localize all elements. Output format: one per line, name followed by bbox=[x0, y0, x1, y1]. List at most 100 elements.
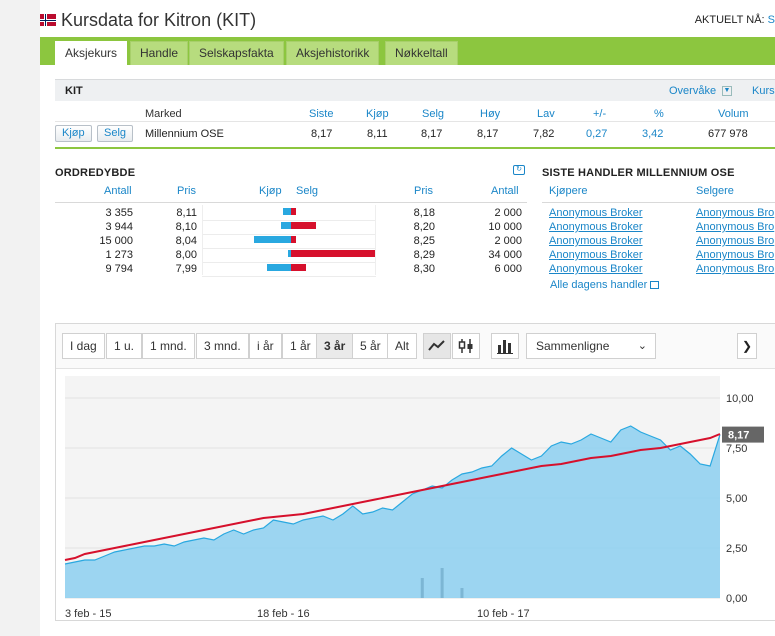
col-pct[interactable]: % bbox=[654, 108, 664, 120]
ob-bid-qty: 3 355 bbox=[105, 207, 133, 219]
y-tick-label: 2,50 bbox=[726, 543, 747, 555]
col-high[interactable]: Høy bbox=[480, 108, 500, 120]
ob-ask-qty: 6 000 bbox=[494, 263, 522, 275]
tab-selskapsfakta[interactable]: Selskapsfakta bbox=[189, 41, 284, 65]
all-trades-link[interactable]: Alle dagens handler bbox=[550, 279, 660, 291]
ob-header-sell: Selg bbox=[296, 185, 319, 197]
range-3m[interactable]: 3 mnd. bbox=[196, 333, 249, 359]
range-ytd[interactable]: i år bbox=[249, 333, 282, 359]
page-left-gutter bbox=[0, 0, 40, 636]
trade-buyer-link[interactable]: Anonymous Broker bbox=[549, 263, 643, 275]
ob-row-divider bbox=[202, 276, 376, 277]
compare-dropdown[interactable]: Sammenligne ⌄ bbox=[526, 333, 656, 359]
col-market: Marked bbox=[145, 108, 182, 120]
ob-bid-price: 8,11 bbox=[176, 207, 197, 219]
tab-aksjehistorikk[interactable]: Aksjehistorikk bbox=[286, 41, 380, 65]
bid-depth-bar bbox=[281, 222, 291, 229]
col-low[interactable]: Lav bbox=[537, 108, 555, 120]
trade-buyer-link[interactable]: Anonymous Broker bbox=[549, 235, 643, 247]
range-1m[interactable]: 1 mnd. bbox=[142, 333, 195, 359]
current-label: AKTUELT NÅ: bbox=[694, 14, 765, 26]
col-last[interactable]: Siste bbox=[309, 108, 333, 120]
quote-volume: 677 978 bbox=[708, 128, 748, 140]
bid-depth-bar bbox=[266, 264, 291, 271]
quote-divider bbox=[55, 121, 775, 122]
refresh-icon[interactable]: ↻ bbox=[513, 165, 525, 175]
trade-seller-link[interactable]: Anonymous Bro bbox=[696, 207, 774, 219]
ob-bid-price: 8,04 bbox=[175, 235, 197, 247]
ask-depth-bar bbox=[291, 236, 296, 243]
sell-button[interactable]: Selg bbox=[97, 125, 134, 142]
chevron-down-icon[interactable]: ▼ bbox=[722, 86, 732, 96]
bid-depth-bar bbox=[282, 208, 291, 215]
orderbook-title: ORDREDYBDE bbox=[55, 167, 136, 179]
ob-ask-qty: 2 000 bbox=[494, 235, 522, 247]
quote-buy: 8,11 bbox=[367, 128, 388, 140]
trade-seller-link[interactable]: Anonymous Bro bbox=[696, 221, 774, 233]
ob-bid-price: 8,00 bbox=[175, 249, 197, 261]
next-arrow-button[interactable]: ❯ bbox=[737, 333, 757, 359]
volume-bars-icon[interactable] bbox=[491, 333, 519, 359]
ticker-label: KIT bbox=[65, 85, 83, 97]
ob-ask-price: 8,25 bbox=[413, 235, 435, 247]
ob-header-ask-qty: Antall bbox=[491, 185, 519, 197]
volume-bar bbox=[460, 588, 464, 598]
trade-buyer-link[interactable]: Anonymous Broker bbox=[549, 249, 643, 261]
ob-bid-qty: 15 000 bbox=[99, 235, 133, 247]
tab-handle[interactable]: Handle bbox=[130, 41, 189, 65]
trade-seller-link[interactable]: Anonymous Bro bbox=[696, 249, 774, 261]
ob-bid-price: 7,99 bbox=[175, 263, 197, 275]
col-buy[interactable]: Kjøp bbox=[366, 108, 389, 120]
range-1y[interactable]: 1 år bbox=[282, 333, 319, 359]
all-trades-label[interactable]: Alle dagens handler bbox=[550, 279, 647, 291]
quote-panel: KIT Overvåke ▼ Kurs Marked Siste Kjøp Se… bbox=[55, 79, 775, 149]
trades-header-buyers: Kjøpere bbox=[549, 185, 588, 197]
page-header: Kursdata for Kitron (KIT) AKTUELT NÅ: S bbox=[40, 8, 775, 34]
trades-header-divider bbox=[542, 202, 775, 203]
x-tick-label: 3 feb - 15 bbox=[65, 608, 111, 620]
trade-seller-link[interactable]: Anonymous Bro bbox=[696, 263, 774, 275]
col-sell[interactable]: Selg bbox=[422, 108, 444, 120]
ask-depth-bar bbox=[291, 264, 306, 271]
range-1w[interactable]: 1 u. bbox=[106, 333, 143, 359]
range-5y[interactable]: 5 år bbox=[352, 333, 389, 359]
quote-sell: 8,17 bbox=[421, 128, 443, 140]
y-tick-label: 5,00 bbox=[726, 493, 747, 505]
quote-last: 8,17 bbox=[311, 128, 333, 140]
volume-bar bbox=[440, 568, 444, 598]
buy-button[interactable]: Kjøp bbox=[55, 125, 92, 142]
range-today[interactable]: I dag bbox=[62, 333, 105, 359]
trades-header-sellers: Selgere bbox=[696, 185, 734, 197]
trade-buyer-link[interactable]: Anonymous Broker bbox=[549, 207, 643, 219]
current-link[interactable]: S bbox=[768, 14, 775, 26]
ob-ask-price: 8,18 bbox=[413, 207, 435, 219]
chevron-right-icon: ❯ bbox=[741, 339, 753, 353]
line-chart-icon[interactable] bbox=[423, 333, 451, 359]
ob-ask-qty: 2 000 bbox=[494, 207, 522, 219]
range-all[interactable]: Alt bbox=[387, 333, 418, 359]
watch-dropdown[interactable]: Overvåke bbox=[669, 85, 716, 97]
ob-ask-price: 8,30 bbox=[413, 263, 435, 275]
x-tick-label: 18 feb - 16 bbox=[257, 608, 310, 620]
volume-bar bbox=[420, 578, 424, 598]
tab-nokkeltall[interactable]: Nøkkeltall bbox=[385, 41, 458, 65]
ob-ask-qty: 34 000 bbox=[488, 249, 522, 261]
y-tick-label: 10,00 bbox=[726, 393, 754, 405]
last-price-label: 8,17 bbox=[728, 430, 749, 442]
tab-bar: Aksjekurs Handle Selskapsfakta Aksjehist… bbox=[40, 37, 775, 65]
trade-seller-link[interactable]: Anonymous Bro bbox=[696, 235, 774, 247]
col-change[interactable]: +/- bbox=[593, 108, 606, 120]
kurs-link[interactable]: Kurs bbox=[752, 85, 775, 97]
current-news: AKTUELT NÅ: S bbox=[695, 14, 775, 26]
price-chart[interactable]: 0,00 2,50 5,00 7,50 10,00 8,17 3 feb - 15 18 fe… bbox=[56, 370, 775, 622]
trade-buyer-link[interactable]: Anonymous Broker bbox=[549, 221, 643, 233]
chart-toolbar: I dag 1 u. 1 mnd. 3 mnd. i år 1 år 3 år … bbox=[56, 324, 775, 369]
ask-depth-bar bbox=[291, 208, 296, 215]
candlestick-icon[interactable] bbox=[452, 333, 480, 359]
depth-bars bbox=[202, 205, 376, 275]
tab-aksjekurs[interactable]: Aksjekurs bbox=[55, 41, 128, 65]
x-tick-label: 10 feb - 17 bbox=[477, 608, 530, 620]
quote-change: 0,27 bbox=[586, 128, 608, 140]
col-volume[interactable]: Volum bbox=[718, 108, 749, 120]
range-3y[interactable]: 3 år bbox=[316, 333, 354, 359]
